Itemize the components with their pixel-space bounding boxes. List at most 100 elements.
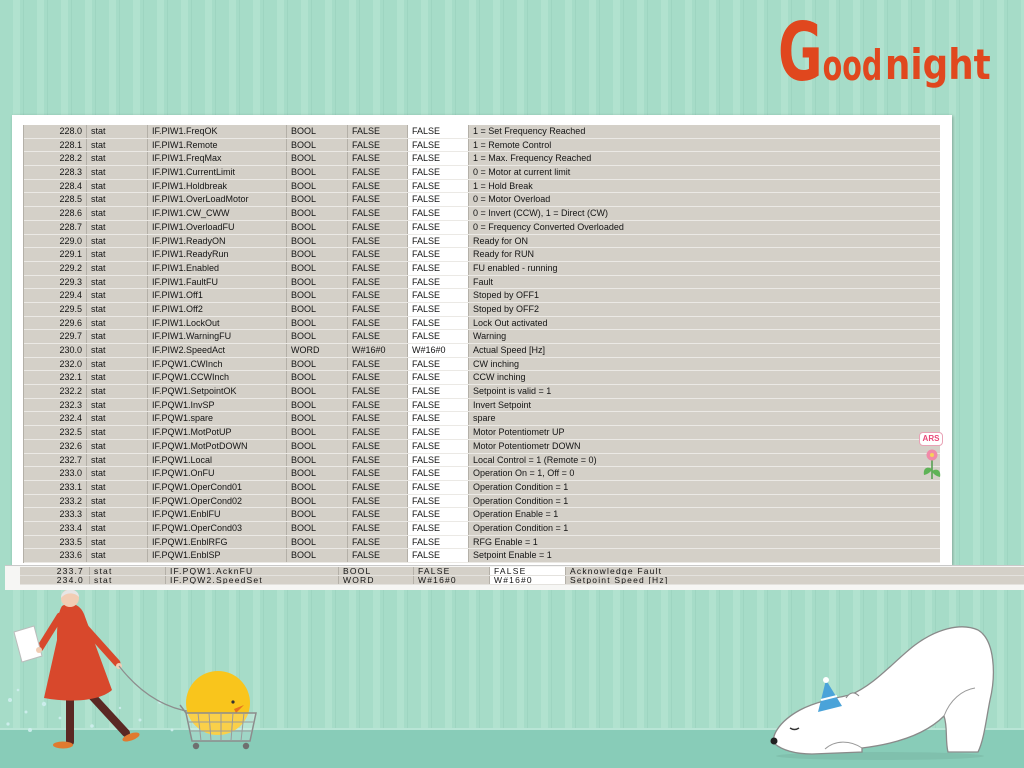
actual-value-cell[interactable]: FALSE: [408, 302, 469, 316]
comment-cell: Operation Condition = 1: [469, 494, 940, 508]
name-cell: IF.PQW1.CWInch: [148, 357, 287, 371]
table-row[interactable]: 233.6 stat IF.PQW1.EnblSP BOOL FALSE FAL…: [24, 549, 940, 563]
actual-value-cell[interactable]: FALSE: [408, 289, 469, 302]
table-row[interactable]: 228.4 stat IF.PIW1.Holdbreak BOOL FALSE …: [24, 179, 940, 194]
table-row[interactable]: 232.6 stat IF.PQW1.MotPotDOWN BOOL FALSE…: [24, 439, 940, 454]
table-row[interactable]: 229.1 stat IF.PIW1.ReadyRun BOOL FALSE F…: [24, 248, 940, 262]
actual-value-cell[interactable]: FALSE: [408, 330, 469, 343]
name-cell: IF.PQW1.OperCond01: [148, 480, 287, 494]
actual-value-cell[interactable]: FALSE: [408, 467, 469, 480]
initial-value-cell: FALSE: [348, 330, 408, 343]
actual-value-cell[interactable]: FALSE: [408, 371, 469, 385]
actual-value-cell[interactable]: FALSE: [408, 426, 469, 439]
name-cell: IF.PQW2.SpeedSet: [166, 576, 339, 584]
table-row[interactable]: 233.3 stat IF.PQW1.EnblFU BOOL FALSE FAL…: [24, 508, 940, 522]
initial-value-cell: FALSE: [348, 234, 408, 248]
actual-value-cell[interactable]: FALSE: [408, 138, 469, 152]
actual-value-cell[interactable]: FALSE: [408, 179, 469, 193]
initial-value-cell: FALSE: [348, 494, 408, 508]
table-row[interactable]: 228.5 stat IF.PIW1.OverLoadMotor BOOL FA…: [24, 193, 940, 208]
actual-value-cell[interactable]: FALSE: [408, 385, 469, 398]
table-row[interactable]: 229.0 stat IF.PIW1.ReadyON BOOL FALSE FA…: [24, 234, 940, 249]
actual-value-cell[interactable]: FALSE: [408, 521, 469, 535]
table-row[interactable]: 232.1 stat IF.PQW1.CCWInch BOOL FALSE FA…: [24, 371, 940, 386]
actual-value-cell[interactable]: FALSE: [408, 357, 469, 371]
table-row[interactable]: 229.2 stat IF.PIW1.Enabled BOOL FALSE FA…: [24, 261, 940, 276]
actual-value-cell[interactable]: FALSE: [408, 220, 469, 234]
actual-value-cell[interactable]: FALSE: [408, 480, 469, 494]
actual-value-cell[interactable]: FALSE: [408, 453, 469, 467]
table-row[interactable]: 232.7 stat IF.PQW1.Local BOOL FALSE FALS…: [24, 453, 940, 468]
table-row[interactable]: 232.5 stat IF.PQW1.MotPotUP BOOL FALSE F…: [24, 426, 940, 440]
table-row[interactable]: 232.4 stat IF.PQW1.spare BOOL FALSE FALS…: [24, 412, 940, 427]
type-cell: BOOL: [287, 248, 348, 261]
declaration-cell: stat: [87, 302, 148, 316]
actual-value-cell[interactable]: FALSE: [408, 535, 469, 549]
table-row[interactable]: 228.7 stat IF.PIW1.OverloadFU BOOL FALSE…: [24, 220, 940, 235]
table-row[interactable]: 233.2 stat IF.PQW1.OperCond02 BOOL FALSE…: [24, 494, 940, 509]
initial-value-cell: FALSE: [414, 567, 490, 575]
declaration-cell: stat: [87, 357, 148, 371]
actual-value-cell[interactable]: W#16#0: [408, 344, 469, 357]
table-row[interactable]: 228.2 stat IF.PIW1.FreqMax BOOL FALSE FA…: [24, 152, 940, 167]
actual-value-cell[interactable]: FALSE: [408, 508, 469, 521]
comment-cell: CW inching: [469, 357, 940, 371]
initial-value-cell: FALSE: [348, 125, 408, 138]
table-row[interactable]: 229.3 stat IF.PIW1.FaultFU BOOL FALSE FA…: [24, 275, 940, 290]
actual-value-cell[interactable]: FALSE: [408, 125, 469, 138]
table-row[interactable]: 232.0 stat IF.PQW1.CWInch BOOL FALSE FAL…: [24, 357, 940, 372]
data-block-panel: 228.0 stat IF.PIW1.FreqOK BOOL FALSE FAL…: [12, 115, 952, 565]
data-block-table-continued: 233.7 stat IF.PQW1.AcknFU BOOL FALSE FAL…: [20, 567, 1024, 585]
actual-value-cell[interactable]: FALSE: [408, 234, 469, 248]
declaration-cell: stat: [87, 166, 148, 179]
declaration-cell: stat: [87, 220, 148, 234]
type-cell: BOOL: [339, 567, 414, 575]
address-cell: 233.5: [24, 535, 87, 549]
actual-value-cell[interactable]: FALSE: [408, 166, 469, 179]
table-row[interactable]: 233.1 stat IF.PQW1.OperCond01 BOOL FALSE…: [24, 480, 940, 495]
table-row[interactable]: 229.4 stat IF.PIW1.Off1 BOOL FALSE FALSE…: [24, 289, 940, 303]
actual-value-cell[interactable]: FALSE: [408, 412, 469, 426]
actual-value-cell[interactable]: FALSE: [408, 193, 469, 207]
table-row[interactable]: 232.3 stat IF.PQW1.InvSP BOOL FALSE FALS…: [24, 398, 940, 413]
actual-value-cell[interactable]: FALSE: [408, 248, 469, 261]
table-row[interactable]: 233.7 stat IF.PQW1.AcknFU BOOL FALSE FAL…: [20, 567, 1024, 576]
actual-value-cell[interactable]: FALSE: [408, 549, 469, 562]
table-row[interactable]: 232.2 stat IF.PQW1.SetpointOK BOOL FALSE…: [24, 385, 940, 399]
address-cell: 234.0: [20, 576, 90, 584]
actual-value-cell[interactable]: W#16#0: [490, 576, 566, 584]
table-row[interactable]: 228.1 stat IF.PIW1.Remote BOOL FALSE FAL…: [24, 138, 940, 153]
table-row[interactable]: 228.3 stat IF.PIW1.CurrentLimit BOOL FAL…: [24, 166, 940, 180]
actual-value-cell[interactable]: FALSE: [408, 261, 469, 275]
actual-value-cell[interactable]: FALSE: [408, 207, 469, 220]
type-cell: BOOL: [287, 480, 348, 494]
comment-cell: Lock Out activated: [469, 316, 940, 330]
table-row[interactable]: 233.5 stat IF.PQW1.EnblRFG BOOL FALSE FA…: [24, 535, 940, 550]
name-cell: IF.PQW1.AcknFU: [166, 567, 339, 575]
table-row[interactable]: 229.6 stat IF.PIW1.LockOut BOOL FALSE FA…: [24, 316, 940, 331]
table-row[interactable]: 228.6 stat IF.PIW1.CW_CWW BOOL FALSE FAL…: [24, 207, 940, 221]
actual-value-cell[interactable]: FALSE: [408, 439, 469, 453]
comment-cell: Invert Setpoint: [469, 398, 940, 412]
table-row[interactable]: 234.0 stat IF.PQW2.SpeedSet WORD W#16#0 …: [20, 576, 1024, 585]
declaration-cell: stat: [87, 289, 148, 302]
table-row[interactable]: 229.7 stat IF.PIW1.WarningFU BOOL FALSE …: [24, 330, 940, 344]
type-cell: BOOL: [287, 508, 348, 521]
address-cell: 232.5: [24, 426, 87, 439]
name-cell: IF.PQW1.MotPotUP: [148, 426, 287, 439]
type-cell: BOOL: [287, 330, 348, 343]
initial-value-cell: FALSE: [348, 467, 408, 480]
actual-value-cell[interactable]: FALSE: [408, 275, 469, 289]
table-row[interactable]: 233.0 stat IF.PQW1.OnFU BOOL FALSE FALSE…: [24, 467, 940, 481]
actual-value-cell[interactable]: FALSE: [490, 567, 566, 575]
actual-value-cell[interactable]: FALSE: [408, 398, 469, 412]
table-row[interactable]: 233.4 stat IF.PQW1.OperCond03 BOOL FALSE…: [24, 521, 940, 536]
table-row[interactable]: 229.5 stat IF.PIW1.Off2 BOOL FALSE FALSE…: [24, 302, 940, 317]
actual-value-cell[interactable]: FALSE: [408, 494, 469, 508]
name-cell: IF.PIW1.ReadyON: [148, 234, 287, 248]
actual-value-cell[interactable]: FALSE: [408, 316, 469, 330]
table-row[interactable]: 230.0 stat IF.PIW2.SpeedAct WORD W#16#0 …: [24, 344, 940, 358]
name-cell: IF.PIW1.Enabled: [148, 261, 287, 275]
table-row[interactable]: 228.0 stat IF.PIW1.FreqOK BOOL FALSE FAL…: [24, 125, 940, 139]
actual-value-cell[interactable]: FALSE: [408, 152, 469, 166]
